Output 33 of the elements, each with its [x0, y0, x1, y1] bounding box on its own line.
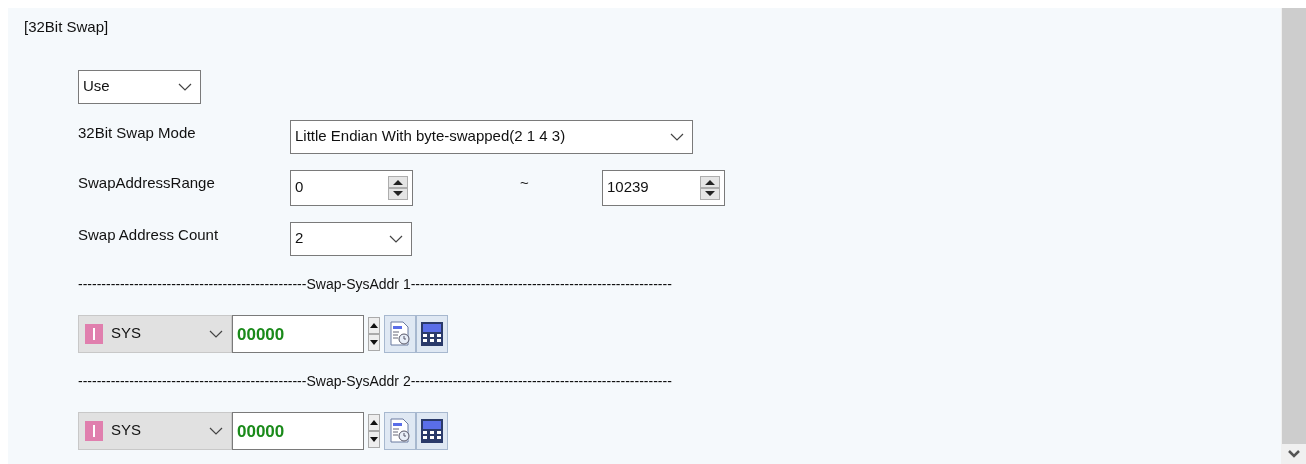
address-field[interactable]: 00000 [232, 314, 364, 353]
scrollbar-thumb[interactable] [1282, 8, 1306, 444]
device-icon [85, 323, 103, 344]
chevron-down-icon [670, 132, 684, 141]
chevron-down-icon [209, 426, 223, 435]
spin-buttons-icon[interactable] [368, 314, 380, 353]
device-icon [85, 420, 103, 441]
scroll-down-icon[interactable] [1287, 450, 1300, 458]
dropdown[interactable]: Use [78, 69, 201, 104]
field-label: SwapAddressRange [78, 172, 216, 193]
separator-label: -------------------------------------------------Swap-SysAddr 1-------------------------------------------------------- [78, 275, 673, 293]
number-field[interactable]: 0 [290, 169, 413, 206]
document-clock-icon[interactable] [384, 411, 416, 450]
address-field[interactable]: 00000 [232, 411, 364, 450]
calculator-icon[interactable] [416, 314, 448, 353]
document-clock-icon[interactable] [384, 314, 416, 353]
separator-label: -------------------------------------------------Swap-SysAddr 2-------------------------------------------------------- [78, 372, 673, 390]
dropdown[interactable]: Little Endian With byte-swapped(2 1 4 3) [290, 119, 693, 154]
section-title: [32Bit Swap] [24, 17, 110, 37]
chevron-down-icon [389, 234, 403, 243]
field-label: 32Bit Swap Mode [78, 122, 197, 143]
device-dropdown[interactable]: SYS [78, 314, 232, 353]
spin-buttons-icon[interactable] [388, 175, 408, 200]
device-dropdown[interactable]: SYS [78, 411, 232, 450]
calculator-icon[interactable] [416, 411, 448, 450]
number-field[interactable]: 10239 [602, 169, 725, 206]
spin-buttons-icon[interactable] [700, 175, 720, 200]
field-label: Swap Address Count [78, 224, 220, 245]
range-separator: ~ [520, 172, 530, 193]
chevron-down-icon [209, 329, 223, 338]
dropdown[interactable]: 2 [290, 221, 412, 256]
spin-buttons-icon[interactable] [368, 411, 380, 450]
chevron-down-icon [178, 82, 192, 91]
